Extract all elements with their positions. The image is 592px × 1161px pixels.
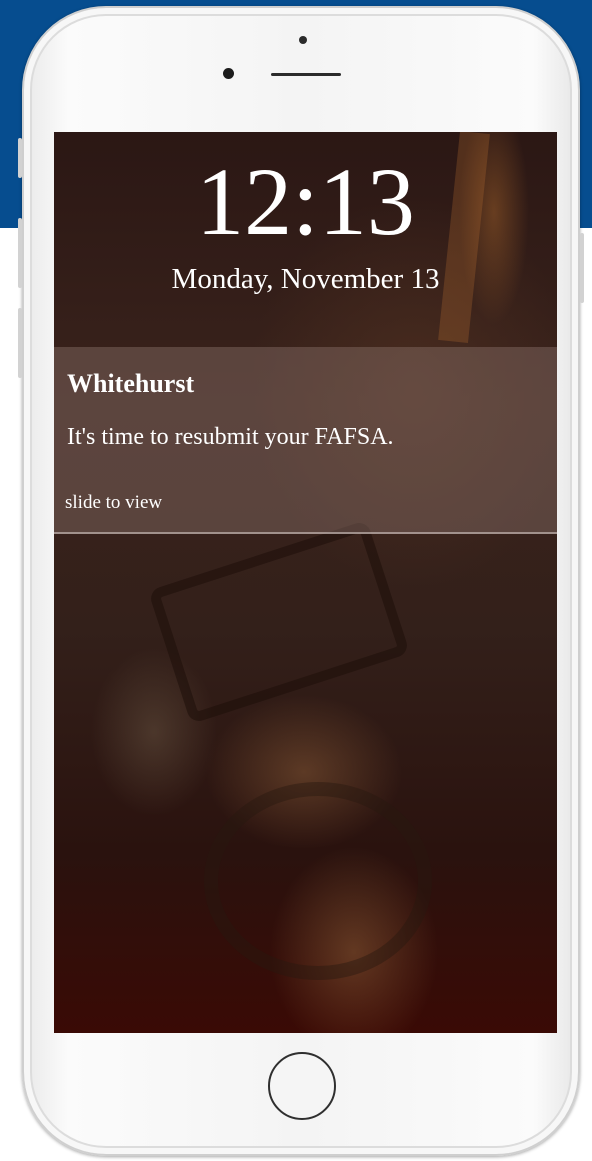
lock-screen: 12:13 Monday, November 13 Whitehurst It'… [54,132,557,1033]
earpiece-speaker-icon [271,73,341,76]
slide-to-view-action[interactable]: slide to view [65,491,162,515]
home-button[interactable] [268,1052,336,1120]
notification-app-name: Whitehurst [67,369,195,398]
phone-side-button-volume-down [18,308,22,378]
phone-side-button-mute [18,138,22,178]
wallpaper-detail [147,519,411,725]
notification-message: It's time to resubmit your FAFSA. [67,424,394,450]
wallpaper-detail [204,782,432,980]
proximity-sensor-icon [299,36,307,44]
front-camera-icon [223,68,234,79]
lock-screen-date: Monday, November 13 [171,263,440,295]
notification-banner[interactable]: Whitehurst It's time to resubmit your FA… [54,347,557,534]
lock-screen-time: 12:13 [196,148,415,255]
phone-side-button-volume-up [18,218,22,288]
phone-side-button-power [580,233,584,303]
